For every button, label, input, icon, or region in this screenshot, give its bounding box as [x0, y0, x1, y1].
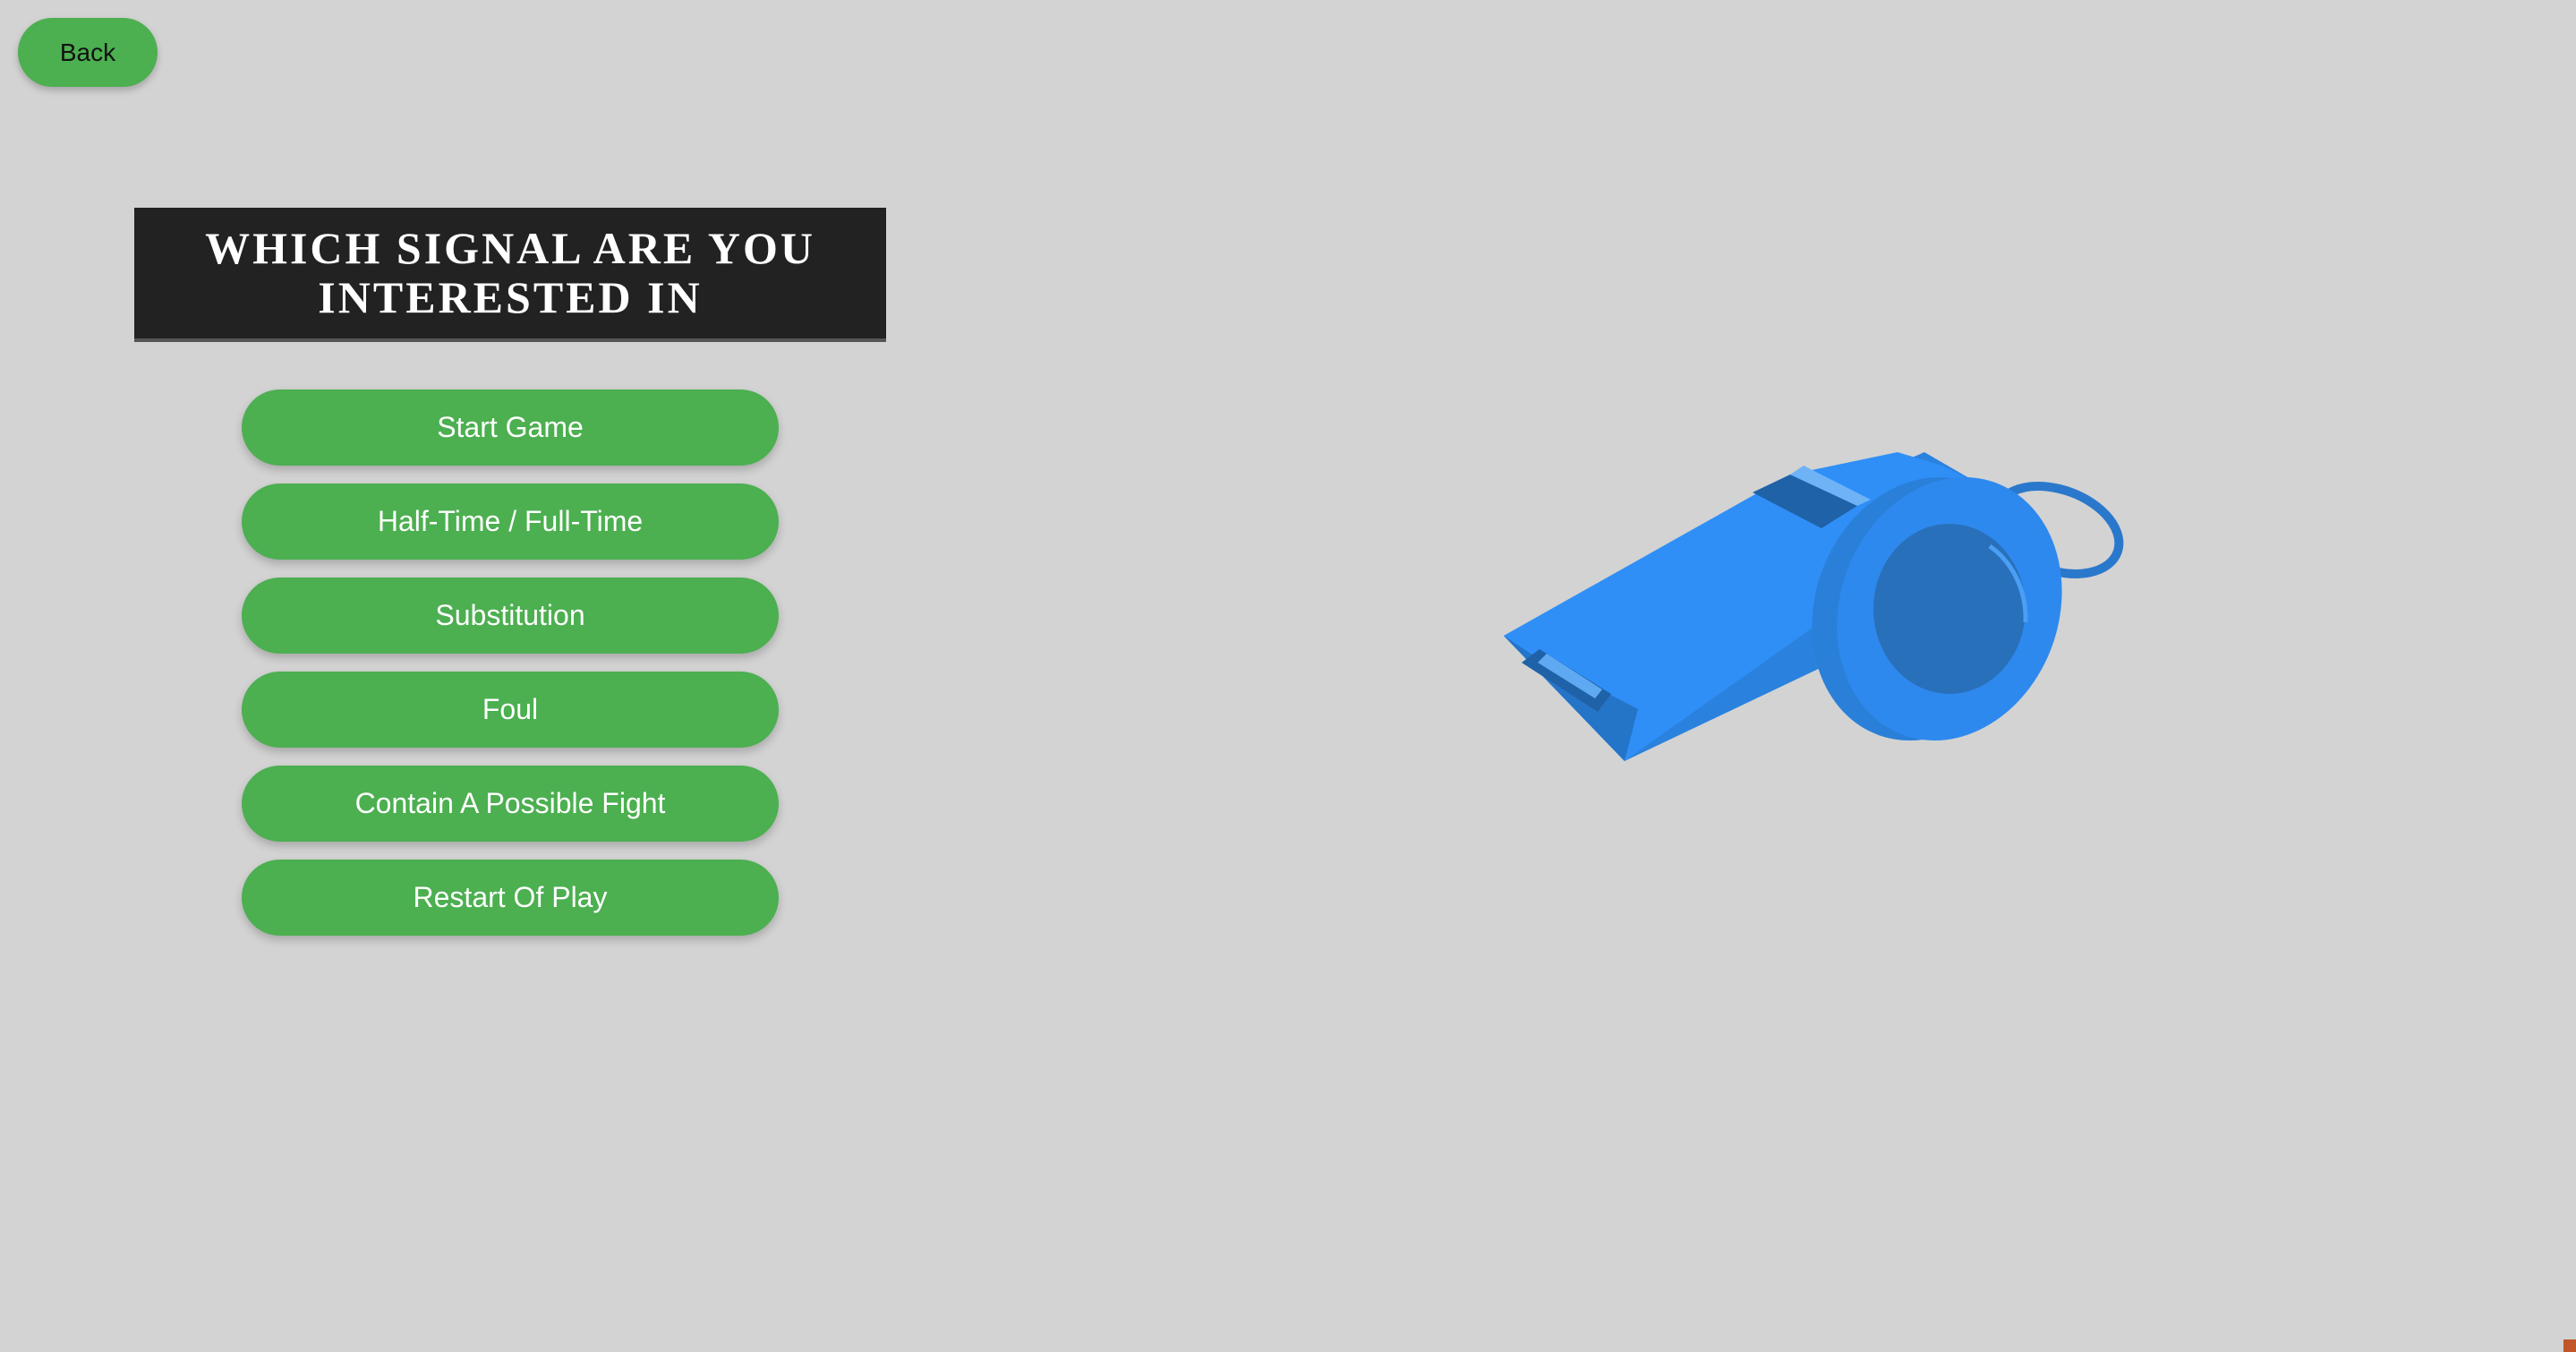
foul-button[interactable]: Foul: [242, 672, 779, 748]
page-title: WHICH SIGNAL ARE YOU INTERESTED IN: [205, 223, 815, 322]
back-button[interactable]: Back: [18, 18, 158, 87]
page: Back WHICH SIGNAL ARE YOU INTERESTED IN …: [0, 0, 2576, 1352]
restart-of-play-button[interactable]: Restart Of Play: [242, 860, 779, 936]
substitution-button[interactable]: Substitution: [242, 578, 779, 654]
whistle-icon: [1504, 452, 2124, 761]
half-time-full-time-button[interactable]: Half-Time / Full-Time: [242, 483, 779, 560]
title-banner: WHICH SIGNAL ARE YOU INTERESTED IN: [134, 208, 886, 342]
contain-possible-fight-button[interactable]: Contain A Possible Fight: [242, 766, 779, 842]
corner-accent: [2563, 1339, 2576, 1352]
signal-list: Start Game Half-Time / Full-Time Substit…: [242, 389, 779, 954]
start-game-button[interactable]: Start Game: [242, 389, 779, 466]
